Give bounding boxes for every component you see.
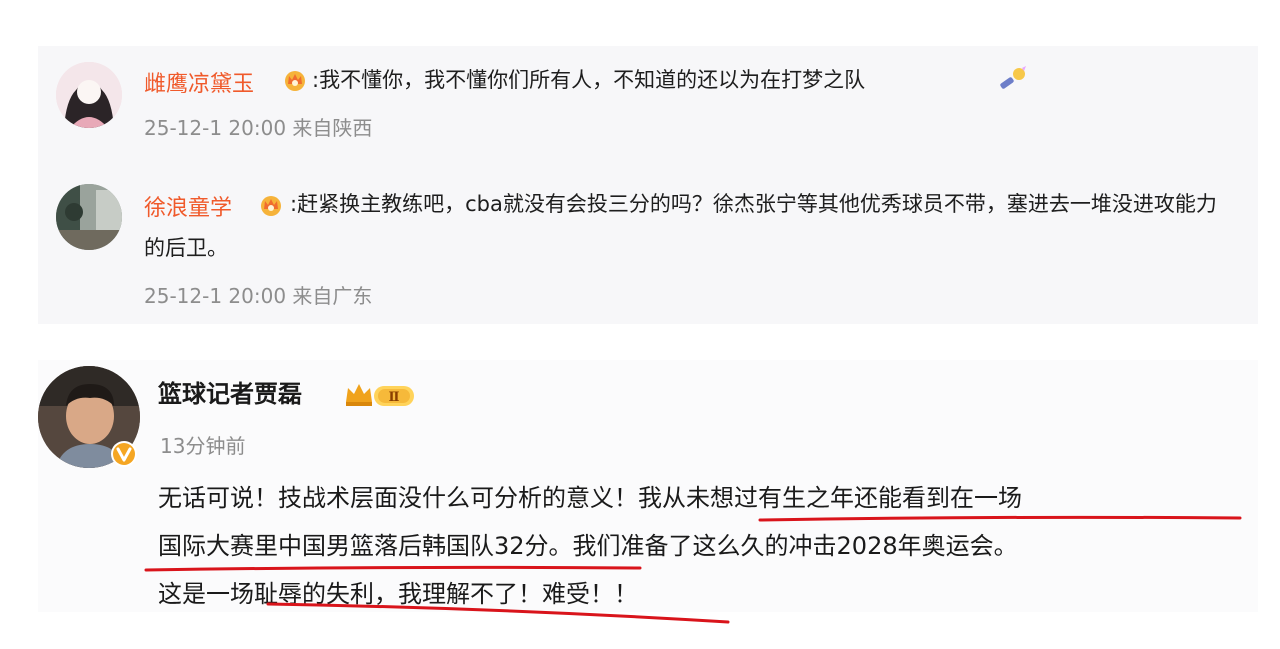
post-time: 13分钟前 — [160, 434, 246, 458]
verified-badge-icon — [110, 440, 138, 468]
comment-time: 25-12-1 20:00 — [144, 284, 287, 308]
avatar[interactable] — [56, 184, 122, 250]
level-badge-text: Ⅱ — [389, 390, 400, 405]
post-line: 这是一场耻辱的失利，我理解不了！难受！！ — [158, 580, 638, 608]
level-badge-icon: Ⅱ — [344, 380, 418, 410]
comment-time: 25-12-1 20:00 — [144, 116, 287, 140]
comment-location: 来自陕西 — [292, 116, 373, 140]
comment-username[interactable]: 雌鹰凉黛玉 — [144, 66, 254, 98]
comment-text: :赶紧换主教练吧，cba就没有会投三分的吗？徐杰张宁等其他优秀球员不带，塞进去一… — [144, 192, 1217, 260]
post-line: 无话可说！技战术层面没什么可分析的意义！我从未想过有生之年还能看到在一场 — [158, 484, 1022, 512]
avatar[interactable] — [56, 62, 122, 128]
post-body: 无话可说！技战术层面没什么可分析的意义！我从未想过有生之年还能看到在一场 国际大… — [158, 474, 1238, 618]
comment-location: 来自广东 — [292, 284, 373, 308]
comment-meta: 25-12-1 20:00 来自广东 — [144, 280, 372, 309]
screenshot-stage: 雌鹰凉黛玉 :我不懂你，我不懂你们所有人，不知道的还以为在打梦之队 25-12-… — [0, 0, 1280, 649]
post-line: 国际大赛里中国男篮落后韩国队32分。我们准备了这么久的冲击2028年奥运会。 — [158, 532, 1018, 560]
comment-text: :我不懂你，我不懂你们所有人，不知道的还以为在打梦之队 — [312, 68, 866, 92]
microphone-emoji-icon — [998, 66, 1028, 92]
crown-badge-icon — [282, 68, 308, 92]
comment-meta: 25-12-1 20:00 来自陕西 — [144, 112, 372, 141]
post-author[interactable]: 篮球记者贾磊 — [158, 374, 302, 409]
